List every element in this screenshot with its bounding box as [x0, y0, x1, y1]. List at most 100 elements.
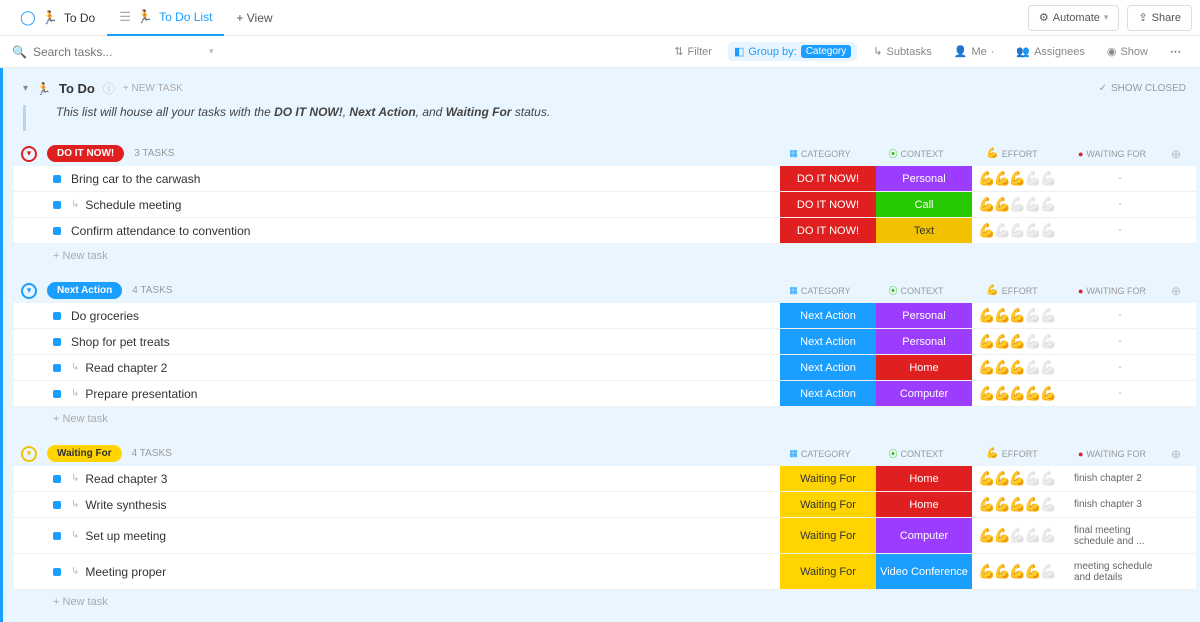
tab-space[interactable]: ◯ 🏃 To Do: [8, 0, 107, 36]
category-cell[interactable]: Next Action: [780, 303, 876, 328]
search-input[interactable]: [33, 45, 173, 59]
task-name[interactable]: Shop for pet treats: [71, 335, 780, 349]
task-row[interactable]: ↳ Write synthesis Waiting For Home 💪💪💪💪💪…: [13, 492, 1196, 518]
collapse-toggle[interactable]: ▾: [21, 146, 37, 162]
col-context[interactable]: ⦿ CONTEXT: [868, 147, 964, 160]
col-effort[interactable]: 💪 EFFORT: [964, 148, 1060, 159]
category-cell[interactable]: DO IT NOW!: [780, 192, 876, 217]
task-row[interactable]: ↳ Read chapter 3 Waiting For Home 💪💪💪💪💪 …: [13, 466, 1196, 492]
context-cell[interactable]: Computer: [876, 518, 972, 553]
info-icon[interactable]: ⓘ: [103, 80, 115, 97]
effort-cell[interactable]: 💪💪💪💪💪: [972, 496, 1068, 513]
chevron-down-icon[interactable]: ▾: [23, 83, 28, 94]
effort-cell[interactable]: 💪💪💪💪💪: [972, 527, 1068, 544]
category-cell[interactable]: Waiting For: [780, 554, 876, 589]
effort-cell[interactable]: 💪💪💪💪💪: [972, 333, 1068, 350]
add-column-button[interactable]: ⊕: [1164, 447, 1188, 461]
new-task-button[interactable]: + NEW TASK: [123, 83, 183, 94]
assignees-button[interactable]: 👥Assignees: [1010, 42, 1090, 61]
more-button[interactable]: ⋯: [1164, 42, 1188, 61]
category-cell[interactable]: Next Action: [780, 381, 876, 406]
status-square[interactable]: [53, 364, 61, 372]
col-context[interactable]: ⦿ CONTEXT: [868, 447, 964, 460]
status-square[interactable]: [53, 312, 61, 320]
effort-cell[interactable]: 💪💪💪💪💪: [972, 222, 1068, 239]
task-row[interactable]: ↳ Meeting proper Waiting For Video Confe…: [13, 554, 1196, 590]
show-button[interactable]: ◉Show: [1101, 42, 1154, 61]
task-name[interactable]: Prepare presentation: [85, 387, 780, 401]
new-task-row[interactable]: + New task: [13, 407, 1196, 431]
status-square[interactable]: [53, 338, 61, 346]
category-cell[interactable]: Next Action: [780, 329, 876, 354]
category-cell[interactable]: DO IT NOW!: [780, 218, 876, 243]
waiting-cell[interactable]: finish chapter 3: [1068, 497, 1172, 512]
collapse-toggle[interactable]: ▾: [21, 283, 37, 299]
waiting-cell[interactable]: -: [1068, 308, 1172, 323]
context-cell[interactable]: Personal: [876, 329, 972, 354]
context-cell[interactable]: Home: [876, 466, 972, 491]
category-cell[interactable]: Waiting For: [780, 492, 876, 517]
status-square[interactable]: [53, 390, 61, 398]
status-square[interactable]: [53, 475, 61, 483]
task-name[interactable]: Meeting proper: [85, 565, 780, 579]
task-row[interactable]: ↳ Schedule meeting DO IT NOW! Call 💪💪💪💪💪…: [13, 192, 1196, 218]
task-row[interactable]: ↳ Set up meeting Waiting For Computer 💪💪…: [13, 518, 1196, 554]
waiting-cell[interactable]: -: [1068, 197, 1172, 212]
col-category[interactable]: ▦ CATEGORY: [772, 148, 868, 159]
effort-cell[interactable]: 💪💪💪💪💪: [972, 359, 1068, 376]
status-square[interactable]: [53, 568, 61, 576]
status-square[interactable]: [53, 501, 61, 509]
context-cell[interactable]: Text: [876, 218, 972, 243]
effort-cell[interactable]: 💪💪💪💪💪: [972, 307, 1068, 324]
new-task-row[interactable]: + New task: [13, 244, 1196, 268]
status-square[interactable]: [53, 532, 61, 540]
task-row[interactable]: Bring car to the carwash DO IT NOW! Pers…: [13, 166, 1196, 192]
group-pill[interactable]: Waiting For: [47, 445, 122, 462]
status-square[interactable]: [53, 201, 61, 209]
col-waiting[interactable]: ● WAITING FOR: [1060, 449, 1164, 459]
task-row[interactable]: Shop for pet treats Next Action Personal…: [13, 329, 1196, 355]
status-square[interactable]: [53, 175, 61, 183]
groupby-button[interactable]: ◧Group by: Category: [728, 42, 857, 61]
waiting-cell[interactable]: finish chapter 2: [1068, 471, 1172, 486]
task-row[interactable]: ↳ Prepare presentation Next Action Compu…: [13, 381, 1196, 407]
chevron-down-icon[interactable]: ▾: [209, 46, 214, 57]
task-name[interactable]: Read chapter 3: [85, 472, 780, 486]
col-category[interactable]: ▦ CATEGORY: [772, 448, 868, 459]
waiting-cell[interactable]: -: [1068, 386, 1172, 401]
category-cell[interactable]: Next Action: [780, 355, 876, 380]
collapse-toggle[interactable]: ▾: [21, 446, 37, 462]
tab-list-view[interactable]: ☰ 🏃 To Do List: [107, 0, 224, 36]
effort-cell[interactable]: 💪💪💪💪💪: [972, 170, 1068, 187]
group-pill[interactable]: Next Action: [47, 282, 122, 299]
filter-button[interactable]: ⇅Filter: [668, 42, 718, 61]
col-effort[interactable]: 💪 EFFORT: [964, 285, 1060, 296]
context-cell[interactable]: Personal: [876, 166, 972, 191]
automate-button[interactable]: ⚙ Automate ▾: [1028, 5, 1120, 31]
col-waiting[interactable]: ● WAITING FOR: [1060, 149, 1164, 159]
context-cell[interactable]: Personal: [876, 303, 972, 328]
subtasks-button[interactable]: ↳Subtasks: [867, 42, 937, 61]
add-view-button[interactable]: + View: [224, 0, 284, 36]
effort-cell[interactable]: 💪💪💪💪💪: [972, 470, 1068, 487]
col-context[interactable]: ⦿ CONTEXT: [868, 284, 964, 297]
me-button[interactable]: 👤Me ·: [948, 42, 1001, 61]
waiting-cell[interactable]: meeting schedule and details: [1068, 559, 1172, 585]
group-pill[interactable]: DO IT NOW!: [47, 145, 124, 162]
task-row[interactable]: Do groceries Next Action Personal 💪💪💪💪💪 …: [13, 303, 1196, 329]
task-name[interactable]: Bring car to the carwash: [71, 172, 780, 186]
task-name[interactable]: Do groceries: [71, 309, 780, 323]
task-name[interactable]: Schedule meeting: [85, 198, 780, 212]
effort-cell[interactable]: 💪💪💪💪💪: [972, 563, 1068, 580]
task-name[interactable]: Read chapter 2: [85, 361, 780, 375]
context-cell[interactable]: Video Conference: [876, 554, 972, 589]
add-column-button[interactable]: ⊕: [1164, 147, 1188, 161]
add-column-button[interactable]: ⊕: [1164, 284, 1188, 298]
task-name[interactable]: Confirm attendance to convention: [71, 224, 780, 238]
task-name[interactable]: Write synthesis: [85, 498, 780, 512]
context-cell[interactable]: Computer: [876, 381, 972, 406]
show-closed-button[interactable]: ✓SHOW CLOSED: [1099, 83, 1186, 94]
category-cell[interactable]: DO IT NOW!: [780, 166, 876, 191]
waiting-cell[interactable]: -: [1068, 360, 1172, 375]
waiting-cell[interactable]: -: [1068, 223, 1172, 238]
